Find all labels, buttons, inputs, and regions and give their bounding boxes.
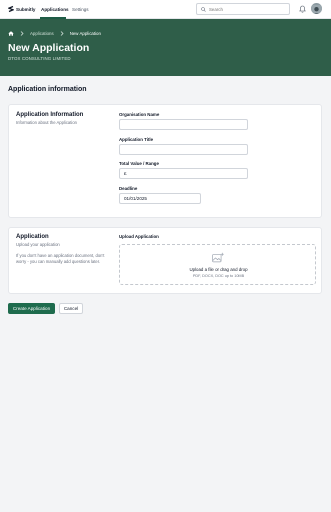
chevron-right-icon: [20, 31, 24, 36]
chevron-right-icon: [60, 31, 64, 36]
search-icon: [201, 7, 206, 12]
total-value-label: Total Value / Range: [119, 161, 159, 166]
breadcrumb-current: New Application: [69, 31, 101, 36]
breadcrumb: Applications New Application: [8, 31, 101, 36]
image-upload-icon: [212, 252, 224, 263]
application-upload-card: Application Upload your application If y…: [8, 227, 322, 294]
application-title-field[interactable]: [119, 144, 248, 155]
card-title: Application: [16, 234, 49, 240]
organisation-name-label: Organisation Name: [119, 112, 160, 117]
avatar[interactable]: [311, 3, 322, 14]
section-title: Application information: [8, 86, 87, 93]
deadline-field[interactable]: 01/01/2025: [119, 193, 201, 204]
search-input[interactable]: [209, 7, 269, 12]
app-name: Submitly: [16, 6, 36, 12]
submitly-logo-icon: [8, 5, 14, 13]
breadcrumb-applications[interactable]: Applications: [30, 31, 54, 36]
organisation-name-field[interactable]: [119, 119, 248, 130]
cancel-button[interactable]: Cancel: [59, 303, 83, 314]
bell-icon[interactable]: [299, 5, 306, 13]
tab-applications[interactable]: Applications: [41, 7, 69, 12]
file-dropzone[interactable]: Upload a file or drag and drop PDF, DOCX…: [119, 244, 316, 285]
user-avatar-icon: [311, 5, 322, 14]
card-description: Upload your application: [16, 242, 60, 247]
application-title-label: Application Title: [119, 137, 154, 142]
tab-settings[interactable]: Settings: [72, 7, 89, 12]
search-box[interactable]: [196, 3, 290, 15]
total-value-field[interactable]: £: [119, 168, 248, 179]
application-information-card: Application Information Information abou…: [8, 104, 322, 218]
dropzone-hint: PDF, DOCX, DOC up to 10MB: [192, 274, 245, 278]
top-navigation-bar: Submitly Applications Settings: [0, 0, 331, 19]
upload-note: If you don't have an application documen…: [16, 253, 105, 264]
card-title: Application Information: [16, 112, 84, 118]
deadline-label: Deadline: [119, 186, 138, 191]
card-description: Information about the Application: [16, 120, 77, 125]
dropzone-text[interactable]: Upload a file or drag and drop: [120, 267, 317, 272]
create-application-button[interactable]: Create Application: [8, 303, 55, 314]
organisation-subtitle: DTOX CONSULTING LIMITED: [8, 56, 71, 61]
page-title: New Application: [8, 42, 90, 54]
app-logo[interactable]: Submitly: [8, 5, 35, 13]
home-icon[interactable]: [8, 31, 14, 36]
upload-application-label: Upload Application: [119, 234, 159, 239]
